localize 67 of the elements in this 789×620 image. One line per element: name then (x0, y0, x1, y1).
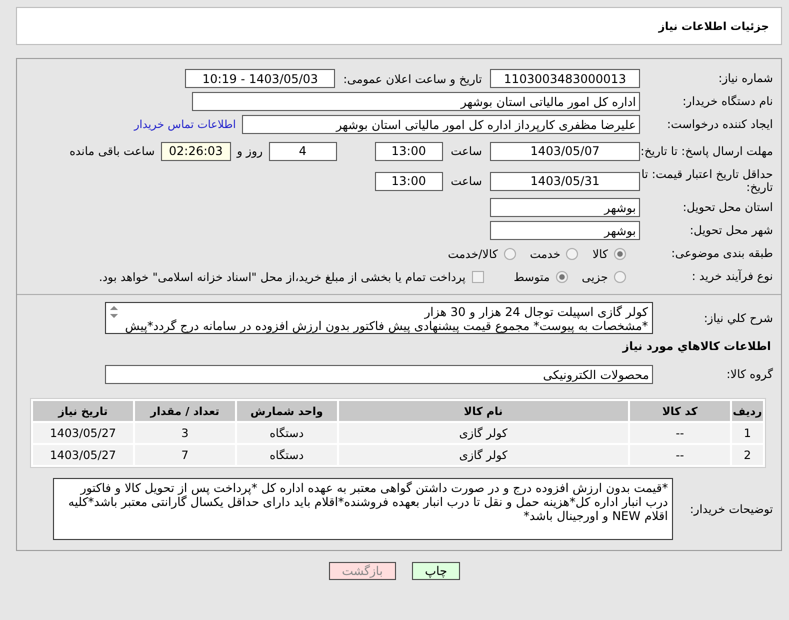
city-field: بوشهر (490, 221, 640, 240)
column-header: ردیف (732, 401, 763, 421)
radio-label: جزیی (582, 270, 608, 284)
column-header: واحد شمارش (236, 401, 337, 421)
field-label: شرح کلي نياز: (702, 312, 774, 324)
field-label: نام دستگاه خریدار: (681, 95, 774, 108)
field-label: ساعت (450, 144, 482, 158)
column-header: تعداد / مقدار (134, 401, 235, 421)
remaining-time-field: 02:26:03 (160, 142, 231, 160)
page-title: جزئیات اطلاعات نیاز (658, 20, 769, 32)
buyer-notes-textarea[interactable]: *قیمت بدون ارزش افزوده درج و در صورت داشتن گواهی معتبر به عهده اداره کل *پرداخت پس از تحویل کالا و فاکتور درب انبار اداره کل*هزینه حمل و نقل تا درب انبار بعهده فروشنده*اقلام باید دارای حداقل یکسال گارانتی معتبر باشد*کلیه اقلام NEW و اورجینال باشد* (53, 478, 673, 540)
table-cell: 1403/05/27 (33, 423, 133, 443)
buyer-contact-link[interactable]: اطلاعات تماس خریدار (134, 118, 236, 131)
validity-date-field: 1403/05/31 (490, 172, 640, 190)
table-cell: 2 (732, 445, 763, 465)
summary-textarea[interactable]: کولر گازی اسپیلت توجال 24 هزار و 30 هزار *مشخصات به پیوست* مجموع قیمت پیشنهادی پیش فاکتور بدون ارزش افزوده در سامانه درج گردد*پیش (105, 302, 653, 334)
table-cell: دستگاه (236, 445, 337, 465)
field-label: روز و (236, 144, 263, 158)
field-label: شهر محل تحویل: (688, 224, 774, 237)
table-cell: دستگاه (236, 423, 337, 443)
radio-label: متوسط (514, 270, 550, 284)
radio-button[interactable] (504, 248, 516, 260)
field-label: گروه کالا: (726, 368, 774, 381)
radio-button[interactable] (556, 270, 568, 282)
table-cell: -- (630, 423, 730, 443)
field-label: ایجاد کننده درخواست: (666, 118, 774, 131)
field-label: تاریخ و ساعت اعلان عمومی: (343, 72, 482, 86)
need-number-field: 1103003483000013 (490, 69, 640, 88)
field-label: شماره نیاز: (717, 72, 774, 85)
radio-button[interactable] (614, 270, 626, 282)
table-cell: 1 (732, 423, 763, 443)
checkbox-label: پرداخت تمام یا بخشی از مبلغ خرید،از محل "اسناد خزانه اسلامی" خواهد بود. (98, 270, 466, 284)
section-title: اطلاعات کالاهاي مورد نياز (621, 339, 772, 353)
buyer-org-field: اداره کل امور مالیاتی استان بوشهر (192, 92, 640, 111)
goods-group-field: محصولات الکترونیکی (105, 365, 653, 384)
field-label: استان محل تحویل: (682, 201, 774, 214)
table-cell: کولر گازی (338, 423, 628, 443)
column-header: تاریخ نیاز (33, 401, 133, 421)
table-cell: کولر گازی (338, 445, 628, 465)
deadline-time-field: 13:00 (374, 142, 443, 160)
radio-label: کالا/خدمت (448, 246, 498, 260)
scroll-arrows-icon[interactable] (109, 305, 119, 319)
validity-time-field: 13:00 (374, 172, 443, 190)
requester-field: علیرضا مظفری کارپرداز اداره کل امور مالیاتی استان بوشهر (242, 115, 640, 134)
table-cell: 7 (134, 445, 235, 465)
print-button[interactable]: چاپ (412, 562, 460, 580)
field-label: نوع فرآیند خرید : (690, 270, 774, 283)
field-label: حداقل تاریخ اعتبار قیمت: تا تاریخ: (640, 168, 774, 194)
checkbox[interactable] (472, 270, 484, 282)
column-header: نام کالا (338, 401, 628, 421)
announce-date-field: 1403/05/03 - 10:19 (185, 69, 336, 88)
radio-label: کالا (592, 246, 608, 260)
field-label: توضیحات خریدار: (688, 502, 774, 516)
deadline-date-field: 1403/05/07 (490, 142, 640, 160)
table-cell: 3 (134, 423, 235, 443)
table-cell: -- (630, 445, 730, 465)
radio-label: خدمت (530, 246, 560, 260)
field-label: طبقه بندی موضوعی: (670, 247, 774, 260)
radio-button[interactable] (614, 248, 626, 260)
table-cell: 1403/05/27 (33, 445, 133, 465)
days-field: 4 (268, 142, 337, 160)
radio-button[interactable] (566, 248, 578, 260)
column-header: کد کالا (630, 401, 730, 421)
province-field: بوشهر (490, 198, 640, 217)
field-label: ساعت باقی مانده (70, 144, 155, 158)
field-label: ساعت (450, 174, 482, 188)
field-label: مهلت ارسال پاسخ: تا تاریخ: (640, 144, 774, 158)
